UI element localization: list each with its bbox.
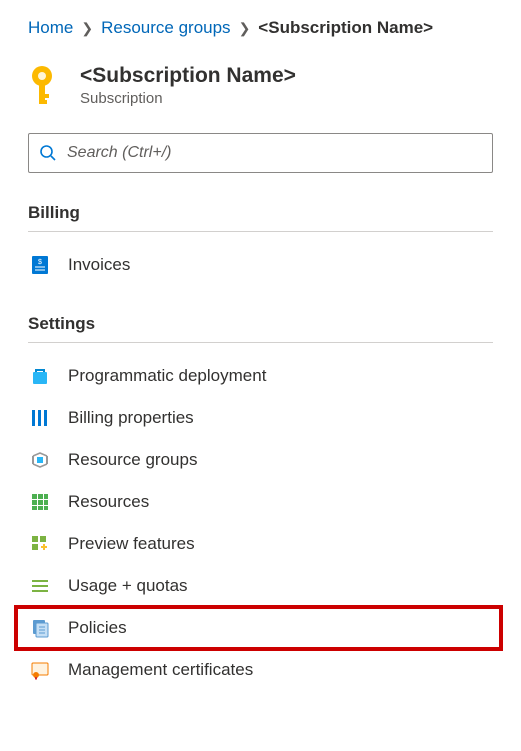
certificates-icon [30, 660, 50, 680]
billing-section: Billing $ Invoices [28, 203, 493, 286]
svg-text:$: $ [38, 259, 42, 266]
breadcrumb-resource-groups[interactable]: Resource groups [101, 18, 230, 38]
invoices-icon: $ [30, 255, 50, 275]
preview-features-icon [30, 534, 50, 554]
billing-properties-icon [30, 408, 50, 428]
sidebar-item-label: Programmatic deployment [68, 366, 266, 386]
sidebar-item-label: Management certificates [68, 660, 253, 680]
sidebar-item-resource-groups[interactable]: Resource groups [28, 439, 493, 481]
divider [28, 231, 493, 232]
settings-section-title: Settings [28, 314, 493, 342]
sidebar-item-label: Resource groups [68, 450, 197, 470]
sidebar-item-preview-features[interactable]: Preview features [28, 523, 493, 565]
divider [28, 342, 493, 343]
sidebar-item-label: Invoices [68, 255, 130, 275]
sidebar-item-resources[interactable]: Resources [28, 481, 493, 523]
breadcrumb-home[interactable]: Home [28, 18, 73, 38]
billing-section-title: Billing [28, 203, 493, 231]
sidebar-item-label: Usage + quotas [68, 576, 188, 596]
chevron-right-icon: ❯ [81, 20, 93, 37]
sidebar-item-billing-properties[interactable]: Billing properties [28, 397, 493, 439]
sidebar-item-management-certificates[interactable]: Management certificates [28, 649, 493, 691]
chevron-right-icon: ❯ [239, 20, 251, 37]
search-container [28, 133, 493, 173]
sidebar-item-usage-quotas[interactable]: Usage + quotas [28, 565, 493, 607]
page-subtitle: Subscription [80, 90, 296, 107]
key-icon [28, 64, 62, 104]
usage-quotas-icon [30, 576, 50, 596]
deployment-icon [30, 366, 50, 386]
breadcrumb-current: <Subscription Name> [258, 18, 433, 38]
sidebar-item-policies[interactable]: Policies [28, 607, 493, 649]
resources-icon [30, 492, 50, 512]
sidebar-item-label: Resources [68, 492, 149, 512]
settings-section: Settings Programmatic deployment Billing… [28, 314, 493, 691]
sidebar-item-label: Preview features [68, 534, 195, 554]
sidebar-item-invoices[interactable]: $ Invoices [28, 244, 493, 286]
policies-icon [30, 618, 50, 638]
search-input[interactable] [28, 133, 493, 173]
sidebar-item-programmatic-deployment[interactable]: Programmatic deployment [28, 355, 493, 397]
page-title: <Subscription Name> [80, 64, 296, 88]
breadcrumb: Home ❯ Resource groups ❯ <Subscription N… [28, 18, 493, 38]
resource-groups-icon [30, 450, 50, 470]
sidebar-item-label: Billing properties [68, 408, 194, 428]
page-header: <Subscription Name> Subscription [28, 64, 493, 107]
sidebar-item-label: Policies [68, 618, 127, 638]
